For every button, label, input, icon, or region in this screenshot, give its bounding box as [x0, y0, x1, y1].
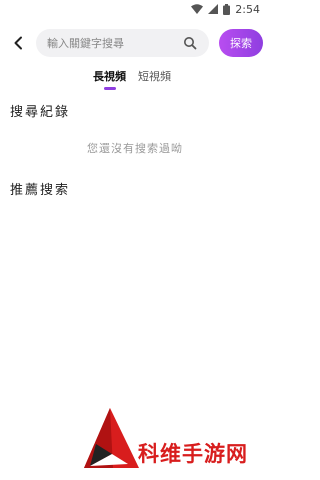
recommended-search-title: 推薦搜索 [10, 183, 71, 198]
watermark-logo-icon [84, 408, 139, 468]
search-screen: 2:54 探索 長視頻 短視頻 搜尋紀錄 您還沒有搜索過呦 推薦搜索 [0, 0, 270, 480]
search-button[interactable]: 探索 [219, 29, 263, 57]
search-header: 探索 [0, 28, 270, 58]
signal-icon [208, 4, 219, 14]
search-box[interactable] [36, 29, 209, 57]
search-icon[interactable] [183, 36, 197, 50]
active-tab-indicator [104, 87, 116, 90]
status-bar: 2:54 [0, 0, 270, 18]
video-tabs: 長視頻 短視頻 [0, 70, 270, 94]
back-button[interactable] [9, 34, 27, 52]
watermark: 科维手游网 [78, 404, 268, 478]
tab-short-video[interactable]: 短視頻 [138, 70, 171, 84]
search-input[interactable] [47, 29, 177, 57]
watermark-text: 科维手游网 [138, 442, 248, 466]
search-history-title: 搜尋紀錄 [10, 105, 71, 120]
history-empty-text: 您還沒有搜索過呦 [87, 142, 183, 155]
wifi-icon [191, 4, 204, 14]
status-time: 2:54 [235, 2, 260, 16]
tab-long-video[interactable]: 長視頻 [93, 70, 126, 84]
battery-icon [223, 3, 231, 15]
back-arrow-icon [14, 36, 22, 50]
